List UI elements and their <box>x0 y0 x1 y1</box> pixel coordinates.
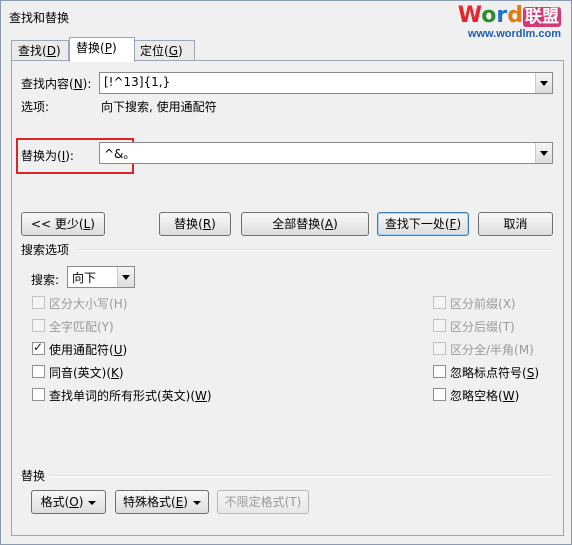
find-replace-dialog: 查找和替换 Word 联盟 www.wordlm.com 查找(D) 替换(P) … <box>0 0 572 545</box>
options-value: 向下搜索, 使用通配符 <box>101 100 217 114</box>
find-input[interactable]: [!^13]{1,} <box>99 72 553 94</box>
checkbox-box[interactable] <box>32 365 45 378</box>
cancel-button[interactable]: 取消 <box>478 212 553 236</box>
less-button[interactable]: << 更少(L) <box>21 212 105 236</box>
replace-all-button[interactable]: 全部替换(A) <box>241 212 369 236</box>
replace-button[interactable]: 替换(R) <box>159 212 231 236</box>
search-options-title: 搜索选项 <box>21 243 70 257</box>
checkbox-box[interactable] <box>433 365 446 378</box>
search-direction-dropdown-icon[interactable] <box>117 267 134 287</box>
checkbox-box[interactable] <box>433 342 446 355</box>
search-direction-select[interactable]: 向下 <box>67 266 135 288</box>
title-bar: 查找和替换 Word 联盟 www.wordlm.com <box>1 1 571 40</box>
no-formatting-button[interactable]: 不限定格式(T) <box>217 490 309 514</box>
tab-goto[interactable]: 定位(G) <box>133 40 195 61</box>
dropdown-arrow-icon <box>88 500 97 505</box>
find-dropdown-icon[interactable] <box>535 73 552 93</box>
logo-url: www.wordlm.com <box>467 28 561 40</box>
special-format-button[interactable]: 特殊格式(E) <box>115 490 209 514</box>
find-value: [!^13]{1,} <box>104 75 171 89</box>
replace-section-divider <box>49 475 551 477</box>
find-next-button[interactable]: 查找下一处(F) <box>377 212 469 236</box>
watermark-logo: Word 联盟 www.wordlm.com <box>458 5 561 40</box>
logo-brand: Word 联盟 <box>457 3 561 28</box>
replace-value: ^&。 <box>104 147 136 161</box>
find-label: 查找内容(N): <box>21 77 92 91</box>
dropdown-arrow-icon <box>192 500 201 505</box>
tab-find[interactable]: 查找(D) <box>11 40 69 61</box>
options-label: 选项: <box>21 100 50 114</box>
window-title: 查找和替换 <box>9 11 70 25</box>
search-options-divider <box>77 249 551 251</box>
checkbox-box[interactable] <box>433 388 446 401</box>
checkbox-box[interactable] <box>433 319 446 332</box>
replace-section-title: 替换 <box>21 469 46 483</box>
replace-label: 替换为(I): <box>21 149 74 163</box>
search-direction-label: 搜索: <box>31 273 60 287</box>
replace-dropdown-icon[interactable] <box>535 143 552 163</box>
replace-input[interactable]: ^&。 <box>99 142 553 164</box>
checkbox-box[interactable] <box>32 296 45 309</box>
checkbox-box-checked[interactable] <box>32 340 45 355</box>
tab-replace[interactable]: 替换(P) <box>69 37 135 62</box>
format-button[interactable]: 格式(O) <box>31 490 106 514</box>
checkbox-box[interactable] <box>32 319 45 332</box>
search-direction-value: 向下 <box>72 271 97 285</box>
checkbox-box[interactable] <box>433 296 446 309</box>
checkbox-box[interactable] <box>32 388 45 401</box>
